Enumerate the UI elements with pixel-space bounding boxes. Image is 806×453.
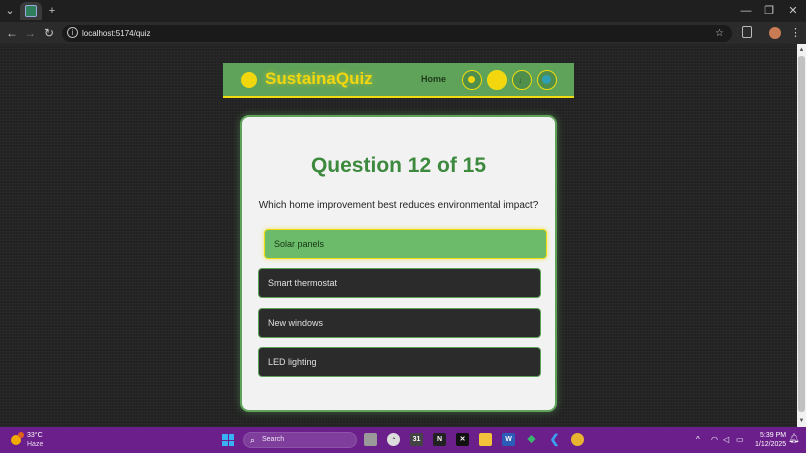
url-text[interactable]: localhost:5174/quiz <box>82 25 151 42</box>
page-viewport: SustainaQuiz Home ↓ Question 12 of 15 Wh… <box>0 44 797 427</box>
windows-taskbar: 33°C Haze ⌕ Search ◔ 31 N ✕ W ⬥ ❮ ^ ◠ ◁ … <box>0 427 806 453</box>
calendar-app-icon[interactable]: 31 <box>410 433 423 446</box>
sun-logo-icon <box>241 72 257 88</box>
forward-icon[interactable]: → <box>23 22 37 44</box>
address-bar[interactable]: i localhost:5174/quiz ☆ <box>62 25 732 42</box>
answer-option-solar-panels[interactable]: Solar panels <box>264 229 547 259</box>
search-placeholder: Search <box>262 436 285 443</box>
wifi-icon[interactable]: ◠ <box>711 427 718 453</box>
answer-option-smart-thermostat[interactable]: Smart thermostat <box>258 268 541 298</box>
weather-condition[interactable]: Haze <box>27 441 43 448</box>
clock-date[interactable]: 1/12/2025 <box>755 441 786 448</box>
task-view-icon[interactable] <box>364 433 377 446</box>
vscode-icon[interactable]: ❮ <box>548 433 561 446</box>
app-icon-leaf[interactable]: ⬥ <box>525 433 538 446</box>
tray-overflow-icon[interactable]: ^ <box>696 427 700 453</box>
menu-icon[interactable]: ⋮ <box>790 22 801 44</box>
sun-button[interactable] <box>462 70 482 90</box>
app-icon-1[interactable]: ◔ <box>387 433 400 446</box>
app-header: SustainaQuiz Home ↓ <box>223 63 574 98</box>
weather-temp[interactable]: 33°C <box>27 432 43 439</box>
scroll-down-icon[interactable]: ▼ <box>797 417 806 425</box>
browser-tab[interactable] <box>20 2 42 20</box>
scroll-up-icon[interactable]: ▲ <box>797 46 806 54</box>
taskbar-search[interactable]: ⌕ Search <box>243 432 357 448</box>
extensions-icon[interactable] <box>742 26 752 38</box>
quiz-card: Question 12 of 15 Which home improvement… <box>240 115 557 412</box>
answer-option-new-windows[interactable]: New windows <box>258 308 541 338</box>
answer-label: New windows <box>268 318 324 328</box>
clock-time[interactable]: 5:39 PM <box>760 432 786 439</box>
app-logo[interactable]: SustainaQuiz <box>265 69 373 89</box>
scroll-thumb[interactable] <box>798 56 805 412</box>
new-tab-icon[interactable]: + <box>46 0 58 22</box>
bookmark-star-icon[interactable]: ☆ <box>715 25 724 42</box>
question-text: Which home improvement best reduces envi… <box>258 200 539 211</box>
notification-bell-icon[interactable]: 🔔︎ <box>788 433 799 444</box>
leaf-icon: ↓ <box>518 75 523 85</box>
site-info-icon[interactable]: i <box>67 27 78 38</box>
restore-button[interactable]: ❐ <box>763 0 775 22</box>
word-icon[interactable]: W <box>502 433 515 446</box>
search-icon: ⌕ <box>250 435 256 445</box>
globe-button[interactable] <box>537 70 557 90</box>
browser-toolbar: ← → ↻ i localhost:5174/quiz ☆ ⋮ <box>0 22 806 44</box>
answer-label: Solar panels <box>274 239 325 249</box>
leaf-button[interactable]: ↓ <box>512 70 532 90</box>
start-button[interactable] <box>222 434 234 446</box>
file-explorer-icon[interactable] <box>479 433 492 446</box>
profile-avatar[interactable] <box>769 27 781 39</box>
page-scrollbar[interactable]: ▲ ▼ <box>797 44 806 427</box>
volume-icon[interactable]: ◁ <box>723 427 729 453</box>
back-icon[interactable]: ← <box>5 22 19 44</box>
tab-search-icon[interactable]: ⌄ <box>4 0 16 22</box>
reload-icon[interactable]: ↻ <box>42 22 56 44</box>
battery-icon[interactable]: ▭ <box>736 427 744 453</box>
notion-icon[interactable]: N <box>433 433 446 446</box>
home-link[interactable]: Home <box>421 74 446 84</box>
sun-icon <box>468 76 475 83</box>
question-counter: Question 12 of 15 <box>310 154 487 177</box>
globe-icon <box>542 75 551 84</box>
answer-label: Smart thermostat <box>268 278 338 288</box>
minimize-button[interactable]: — <box>740 0 752 22</box>
chrome-icon[interactable] <box>571 433 584 446</box>
favicon-icon <box>25 5 37 17</box>
answer-option-led-lighting[interactable]: LED lighting <box>258 347 541 377</box>
close-button[interactable]: ✕ <box>787 0 799 22</box>
weather-badge <box>18 432 24 438</box>
capcut-icon[interactable]: ✕ <box>456 433 469 446</box>
answer-label: LED lighting <box>268 357 317 367</box>
theme-button[interactable] <box>487 70 507 90</box>
browser-titlebar: ⌄ + — ❐ ✕ <box>0 0 806 22</box>
